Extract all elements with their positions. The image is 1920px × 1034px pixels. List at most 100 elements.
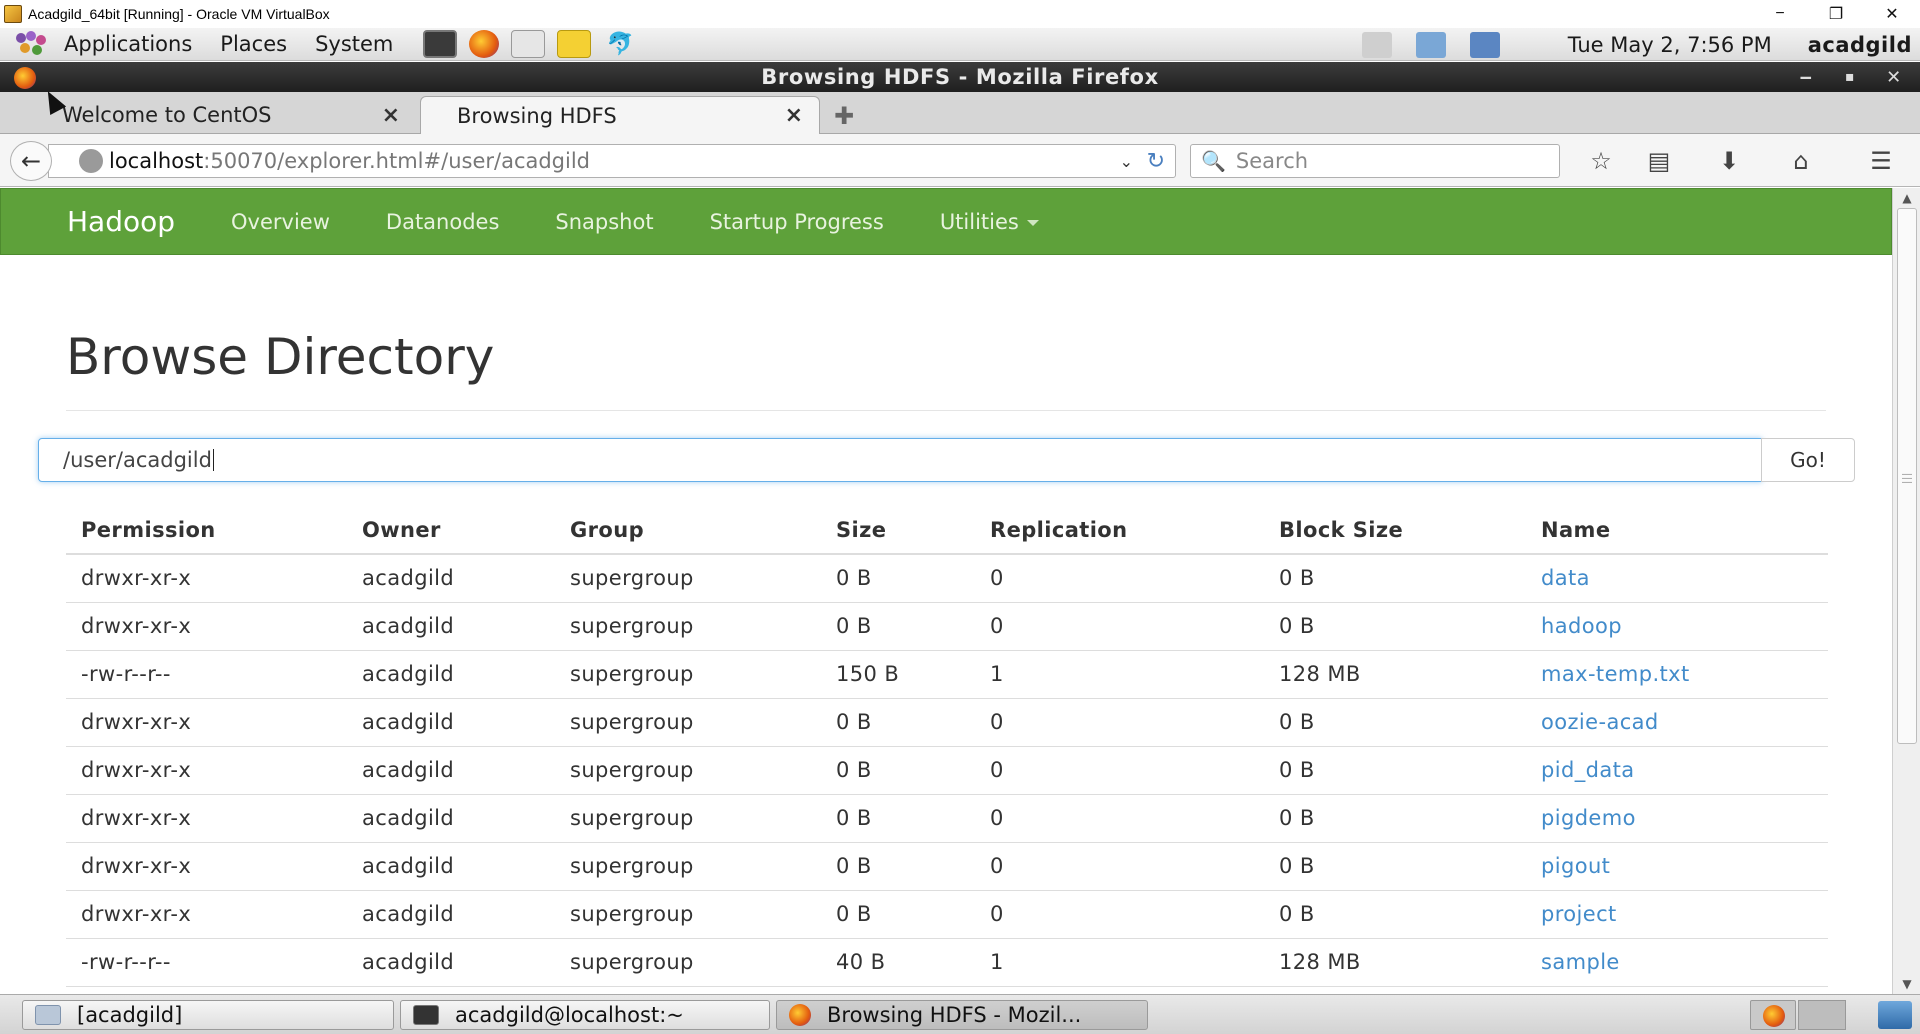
nav-datanodes[interactable]: Datanodes xyxy=(386,210,500,234)
search-input[interactable]: 🔍 Search xyxy=(1190,144,1560,178)
nav-utilities[interactable]: Utilities xyxy=(940,210,1039,234)
cell-size: 0 B xyxy=(821,842,975,891)
cell-block-size: 0 B xyxy=(1264,602,1526,651)
cell-owner: acadgild xyxy=(347,602,555,651)
nav-startup-progress[interactable]: Startup Progress xyxy=(710,210,884,234)
bookmark-star-icon[interactable]: ☆ xyxy=(1584,146,1618,176)
notes-launcher-icon[interactable] xyxy=(557,30,592,58)
col-group[interactable]: Group xyxy=(555,506,821,555)
virtualbox-titlebar: Acadgild_64bit [Running] - Oracle VM Vir… xyxy=(0,0,1920,28)
cell-name: oozie-acad xyxy=(1526,698,1828,747)
tray-network-icon[interactable] xyxy=(1878,1001,1912,1029)
cell-size: 0 B xyxy=(821,602,975,651)
firefox-close-button[interactable]: ✕ xyxy=(1874,62,1914,92)
entry-link[interactable]: pigout xyxy=(1541,854,1610,878)
site-identity-icon[interactable] xyxy=(79,149,103,173)
col-size[interactable]: Size xyxy=(821,506,975,555)
col-name[interactable]: Name xyxy=(1526,506,1828,555)
vbox-minimize-button[interactable]: − xyxy=(1752,0,1808,28)
col-block-size[interactable]: Block Size xyxy=(1264,506,1526,555)
nav-utilities-label: Utilities xyxy=(939,209,1019,234)
nav-snapshot[interactable]: Snapshot xyxy=(555,210,653,234)
taskbar-label: acadgild@localhost:~ xyxy=(455,1003,684,1027)
taskbar-item-terminal[interactable]: acadgild@localhost:~ xyxy=(400,1000,770,1030)
back-button[interactable]: ← xyxy=(10,141,52,181)
user-name[interactable]: acadgild xyxy=(1808,33,1912,57)
network-icon[interactable] xyxy=(1415,31,1446,58)
directory-input-value: /user/acadgild xyxy=(63,448,212,472)
entry-link[interactable]: project xyxy=(1541,902,1617,926)
vbox-close-button[interactable]: ✕ xyxy=(1864,0,1920,28)
url-bar[interactable]: localhost:50070/explorer.html#/user/acad… xyxy=(48,144,1176,178)
mail-launcher-icon[interactable] xyxy=(511,30,546,58)
volume-icon[interactable] xyxy=(1361,31,1392,58)
taskbar-item-firefox[interactable]: Browsing HDFS - Mozil... xyxy=(776,1000,1148,1030)
clock[interactable]: Tue May 2, 7:56 PM xyxy=(1568,33,1772,57)
hadoop-brand[interactable]: Hadoop xyxy=(67,205,175,238)
applications-menu[interactable]: Applications xyxy=(50,32,206,56)
reload-icon[interactable]: ↻ xyxy=(1147,149,1165,174)
entry-link[interactable]: data xyxy=(1541,566,1590,590)
firefox-minimize-button[interactable]: ‒ xyxy=(1786,62,1826,92)
taskbar-item-file-manager[interactable]: [acadgild] xyxy=(22,1000,394,1030)
col-replication[interactable]: Replication xyxy=(975,506,1264,555)
cell-name: data xyxy=(1526,554,1828,603)
entry-link[interactable]: pigdemo xyxy=(1541,806,1636,830)
cell-name: pid_data xyxy=(1526,746,1828,795)
places-menu[interactable]: Places xyxy=(206,32,301,56)
menu-icon[interactable]: ☰ xyxy=(1864,146,1898,176)
scroll-down-arrow-icon[interactable]: ▼ xyxy=(1893,974,1920,994)
entry-link[interactable]: pid_data xyxy=(1541,758,1635,782)
workspace-firefox-icon[interactable] xyxy=(1750,1000,1796,1030)
cell-block-size: 128 MB xyxy=(1264,938,1526,987)
tab-welcome-centos[interactable]: Welcome to CentOS × xyxy=(26,96,416,134)
cell-block-size: 0 B xyxy=(1264,554,1526,603)
cell-owner: acadgild xyxy=(347,746,555,795)
dolphin-launcher-icon[interactable]: 🐬 xyxy=(603,30,637,58)
nav-overview[interactable]: Overview xyxy=(231,210,330,234)
terminal-launcher-icon[interactable] xyxy=(423,30,458,58)
folder-icon xyxy=(35,1005,61,1025)
col-owner[interactable]: Owner xyxy=(347,506,555,555)
cell-replication: 1 xyxy=(975,650,1264,699)
cell-group: supergroup xyxy=(555,650,821,699)
hadoop-navbar: Hadoop Overview Datanodes Snapshot Start… xyxy=(0,188,1892,255)
tab-close-button[interactable]: × xyxy=(785,103,803,128)
page-scrollbar[interactable]: ▲ ― ― ― ▼ xyxy=(1892,188,1920,994)
entry-link[interactable]: hadoop xyxy=(1541,614,1622,638)
go-button[interactable]: Go! xyxy=(1761,438,1855,482)
cell-owner: acadgild xyxy=(347,842,555,891)
new-tab-button[interactable]: ✚ xyxy=(834,102,854,130)
vbox-restore-button[interactable]: ❐ xyxy=(1808,0,1864,28)
col-permission[interactable]: Permission xyxy=(66,506,347,555)
cell-size: 0 B xyxy=(821,890,975,939)
entry-link[interactable]: oozie-acad xyxy=(1541,710,1659,734)
entry-link[interactable]: max-temp.txt xyxy=(1541,662,1690,686)
table-row: drwxr-xr-x acadgild supergroup 0 B00 Bhadoo… xyxy=(66,602,1828,651)
firefox-maximize-button[interactable]: ▪ xyxy=(1830,62,1870,92)
cell-permission: drwxr-xr-x xyxy=(66,794,347,843)
entry-link[interactable]: sample xyxy=(1541,950,1620,974)
tab-browsing-hdfs[interactable]: Browsing HDFS × xyxy=(420,96,820,134)
gnome-foot-icon xyxy=(12,31,50,57)
downloads-icon[interactable]: ⬇ xyxy=(1712,146,1746,176)
tab-close-button[interactable]: × xyxy=(382,103,400,128)
system-menu[interactable]: System xyxy=(301,32,407,56)
firefox-logo-icon[interactable] xyxy=(14,67,36,89)
url-history-dropdown-icon[interactable]: ⌄ xyxy=(1120,152,1133,171)
cell-replication: 0 xyxy=(975,890,1264,939)
cell-group: supergroup xyxy=(555,890,821,939)
taskbar-label: [acadgild] xyxy=(77,1003,183,1027)
cell-group: supergroup xyxy=(555,698,821,747)
workspace-switcher[interactable] xyxy=(1798,1000,1846,1030)
reading-list-icon[interactable]: ▤ xyxy=(1642,146,1676,176)
firefox-launcher-icon[interactable] xyxy=(469,30,500,58)
clipboard-icon[interactable] xyxy=(1469,31,1500,58)
terminal-icon xyxy=(413,1005,439,1025)
back-arrow-icon: ← xyxy=(20,147,42,175)
taskbar-label: Browsing HDFS - Mozil... xyxy=(827,1003,1082,1027)
cell-permission: drwxr-xr-x xyxy=(66,602,347,651)
directory-input[interactable]: /user/acadgild xyxy=(38,438,1762,482)
home-icon[interactable]: ⌂ xyxy=(1784,146,1818,176)
scroll-up-arrow-icon[interactable]: ▲ xyxy=(1893,188,1920,208)
